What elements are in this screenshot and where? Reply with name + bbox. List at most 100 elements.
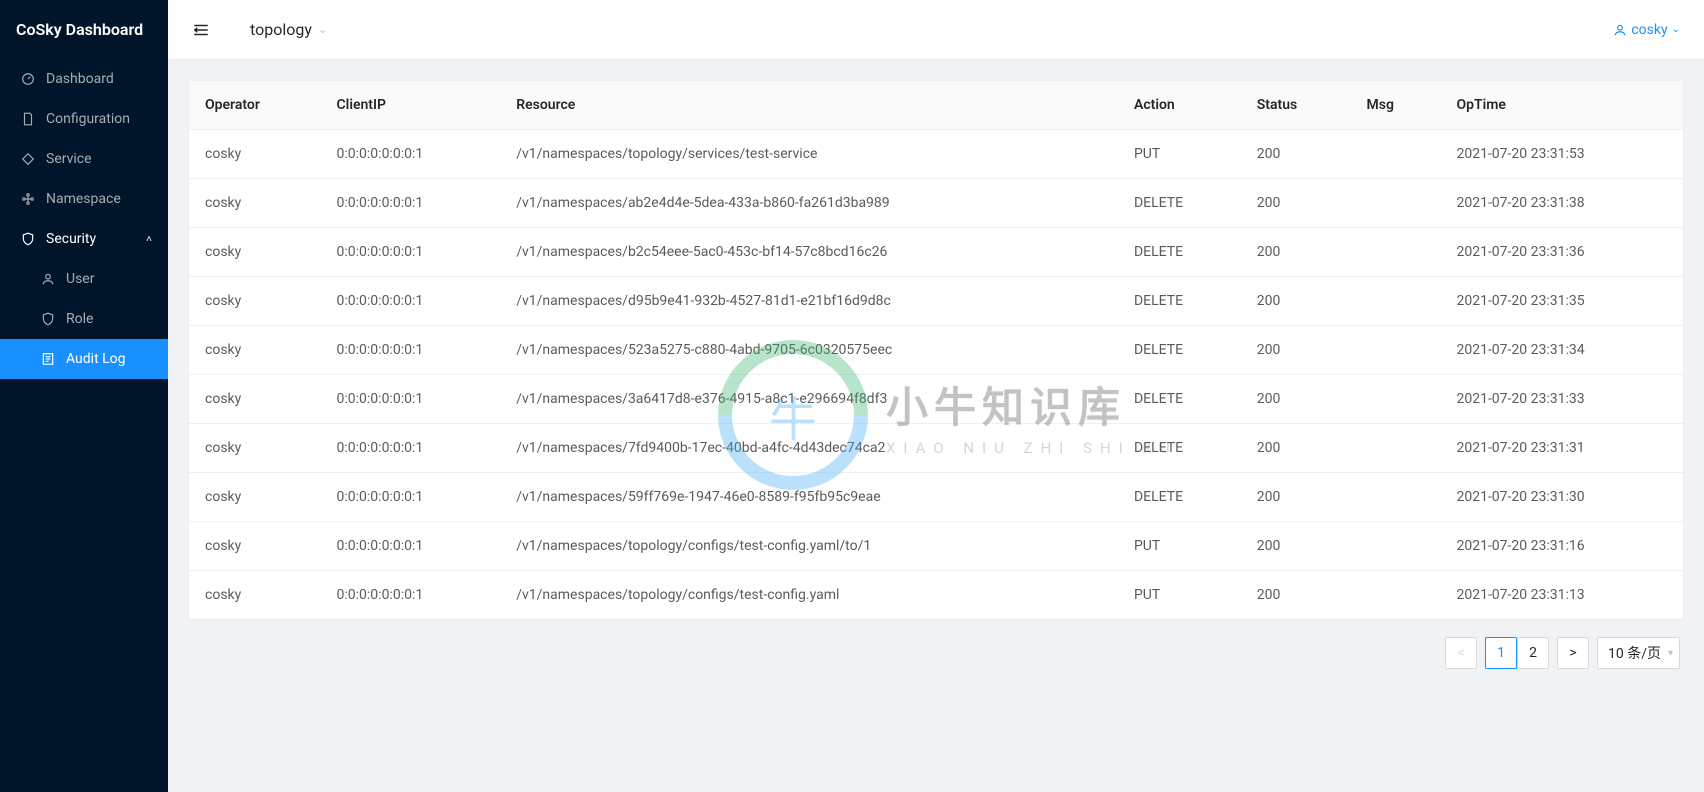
sidebar-item-label: Service [46,151,92,167]
cell-opTime: 2021-07-20 23:31:13 [1440,571,1683,620]
table-row: cosky0:0:0:0:0:0:0:1/v1/namespaces/7fd94… [189,424,1683,473]
cell-status: 200 [1241,277,1351,326]
cell-msg [1351,522,1441,571]
cell-clientIp: 0:0:0:0:0:0:0:1 [321,522,501,571]
cell-msg [1351,179,1441,228]
sidebar-item-role[interactable]: Role [0,299,168,339]
file-icon [20,112,36,126]
cell-opTime: 2021-07-20 23:31:36 [1440,228,1683,277]
table-row: cosky0:0:0:0:0:0:0:1/v1/namespaces/d95b9… [189,277,1683,326]
cell-action: DELETE [1118,326,1241,375]
cell-clientIp: 0:0:0:0:0:0:0:1 [321,375,501,424]
pagination-page-1[interactable]: 1 [1485,637,1517,669]
column-header-operator: Operator [189,81,321,130]
pagination-prev[interactable]: < [1445,637,1477,669]
table-row: cosky0:0:0:0:0:0:0:1/v1/namespaces/ab2e4… [189,179,1683,228]
cell-status: 200 [1241,522,1351,571]
table-row: cosky0:0:0:0:0:0:0:1/v1/namespaces/topol… [189,130,1683,179]
cell-clientIp: 0:0:0:0:0:0:0:1 [321,130,501,179]
cell-status: 200 [1241,424,1351,473]
cell-opTime: 2021-07-20 23:31:38 [1440,179,1683,228]
cell-action: PUT [1118,522,1241,571]
cell-status: 200 [1241,130,1351,179]
cell-status: 200 [1241,375,1351,424]
cell-operator: cosky [189,424,321,473]
cell-msg [1351,228,1441,277]
cell-clientIp: 0:0:0:0:0:0:0:1 [321,571,501,620]
cluster-icon [20,192,36,206]
cell-resource: /v1/namespaces/7fd9400b-17ec-40bd-a4fc-4… [500,424,1118,473]
cell-msg [1351,571,1441,620]
cell-action: DELETE [1118,375,1241,424]
cell-operator: cosky [189,130,321,179]
sidebar-item-label: Security [46,231,96,247]
fold-menu-icon[interactable] [192,21,210,39]
cell-msg [1351,424,1441,473]
cell-action: PUT [1118,130,1241,179]
sidebar-item-user[interactable]: User [0,259,168,299]
cell-operator: cosky [189,571,321,620]
cell-status: 200 [1241,571,1351,620]
pagination-size-select[interactable]: 10 条/页 [1597,637,1680,669]
table-row: cosky0:0:0:0:0:0:0:1/v1/namespaces/523a5… [189,326,1683,375]
sidebar-item-label: Namespace [46,191,121,207]
brand-title: CoSky Dashboard [0,0,168,59]
audit-log-table: OperatorClientIPResourceActionStatusMsgO… [189,81,1683,620]
sidebar-item-namespace[interactable]: Namespace [0,179,168,219]
cell-clientIp: 0:0:0:0:0:0:0:1 [321,228,501,277]
cell-status: 200 [1241,473,1351,522]
cell-clientIp: 0:0:0:0:0:0:0:1 [321,326,501,375]
cell-operator: cosky [189,326,321,375]
cell-clientIp: 0:0:0:0:0:0:0:1 [321,277,501,326]
sidebar-item-security[interactable]: Security˄ [0,219,168,259]
cell-clientIp: 0:0:0:0:0:0:0:1 [321,179,501,228]
pagination-page-2[interactable]: 2 [1517,637,1549,669]
pagination-size-label: 10 条/页 [1608,643,1661,663]
cell-resource: /v1/namespaces/ab2e4d4e-5dea-433a-b860-f… [500,179,1118,228]
cell-resource: /v1/namespaces/topology/configs/test-con… [500,522,1118,571]
chevron-down-icon: ⌄ [318,23,327,36]
sidebar-nav: Dashboard Configuration Service Namespace Se… [0,59,168,379]
cell-operator: cosky [189,473,321,522]
cell-operator: cosky [189,228,321,277]
chevron-down-icon: ⌄ [1672,24,1680,35]
cell-resource: /v1/namespaces/b2c54eee-5ac0-453c-bf14-5… [500,228,1118,277]
sidebar-item-label: Role [66,311,93,327]
sidebar-item-service[interactable]: Service [0,139,168,179]
cell-opTime: 2021-07-20 23:31:31 [1440,424,1683,473]
topbar: topology ⌄ cosky ⌄ [168,0,1704,60]
cell-msg [1351,473,1441,522]
user-icon [1613,23,1627,37]
audit-log-table-card: OperatorClientIPResourceActionStatusMsgO… [188,80,1684,621]
breadcrumb[interactable]: topology ⌄ [250,20,327,39]
cell-operator: cosky [189,179,321,228]
sidebar-item-dashboard[interactable]: Dashboard [0,59,168,99]
cell-action: DELETE [1118,473,1241,522]
cell-opTime: 2021-07-20 23:31:35 [1440,277,1683,326]
table-row: cosky0:0:0:0:0:0:0:1/v1/namespaces/59ff7… [189,473,1683,522]
column-header-msg: Msg [1351,81,1441,130]
cell-operator: cosky [189,277,321,326]
table-header-row: OperatorClientIPResourceActionStatusMsgO… [189,81,1683,130]
cell-resource: /v1/namespaces/3a6417d8-e376-4915-a8c1-e… [500,375,1118,424]
column-header-optime: OpTime [1440,81,1683,130]
table-row: cosky0:0:0:0:0:0:0:1/v1/namespaces/topol… [189,571,1683,620]
pagination: < 12 > 10 条/页 [188,637,1684,669]
user-menu[interactable]: cosky ⌄ [1613,22,1680,38]
sidebar: CoSky Dashboard Dashboard Configuration Se… [0,0,168,792]
user-name: cosky [1631,22,1667,38]
cell-status: 200 [1241,326,1351,375]
cell-status: 200 [1241,228,1351,277]
cell-resource: /v1/namespaces/topology/configs/test-con… [500,571,1118,620]
sidebar-item-audit-log[interactable]: Audit Log [0,339,168,379]
cell-action: DELETE [1118,424,1241,473]
pagination-next[interactable]: > [1557,637,1589,669]
cell-opTime: 2021-07-20 23:31:53 [1440,130,1683,179]
shield-icon [20,232,36,246]
dashboard-icon [20,72,36,86]
sidebar-item-label: Configuration [46,111,130,127]
table-row: cosky0:0:0:0:0:0:0:1/v1/namespaces/b2c54… [189,228,1683,277]
sidebar-item-configuration[interactable]: Configuration [0,99,168,139]
cell-msg [1351,326,1441,375]
cell-resource: /v1/namespaces/59ff769e-1947-46e0-8589-f… [500,473,1118,522]
